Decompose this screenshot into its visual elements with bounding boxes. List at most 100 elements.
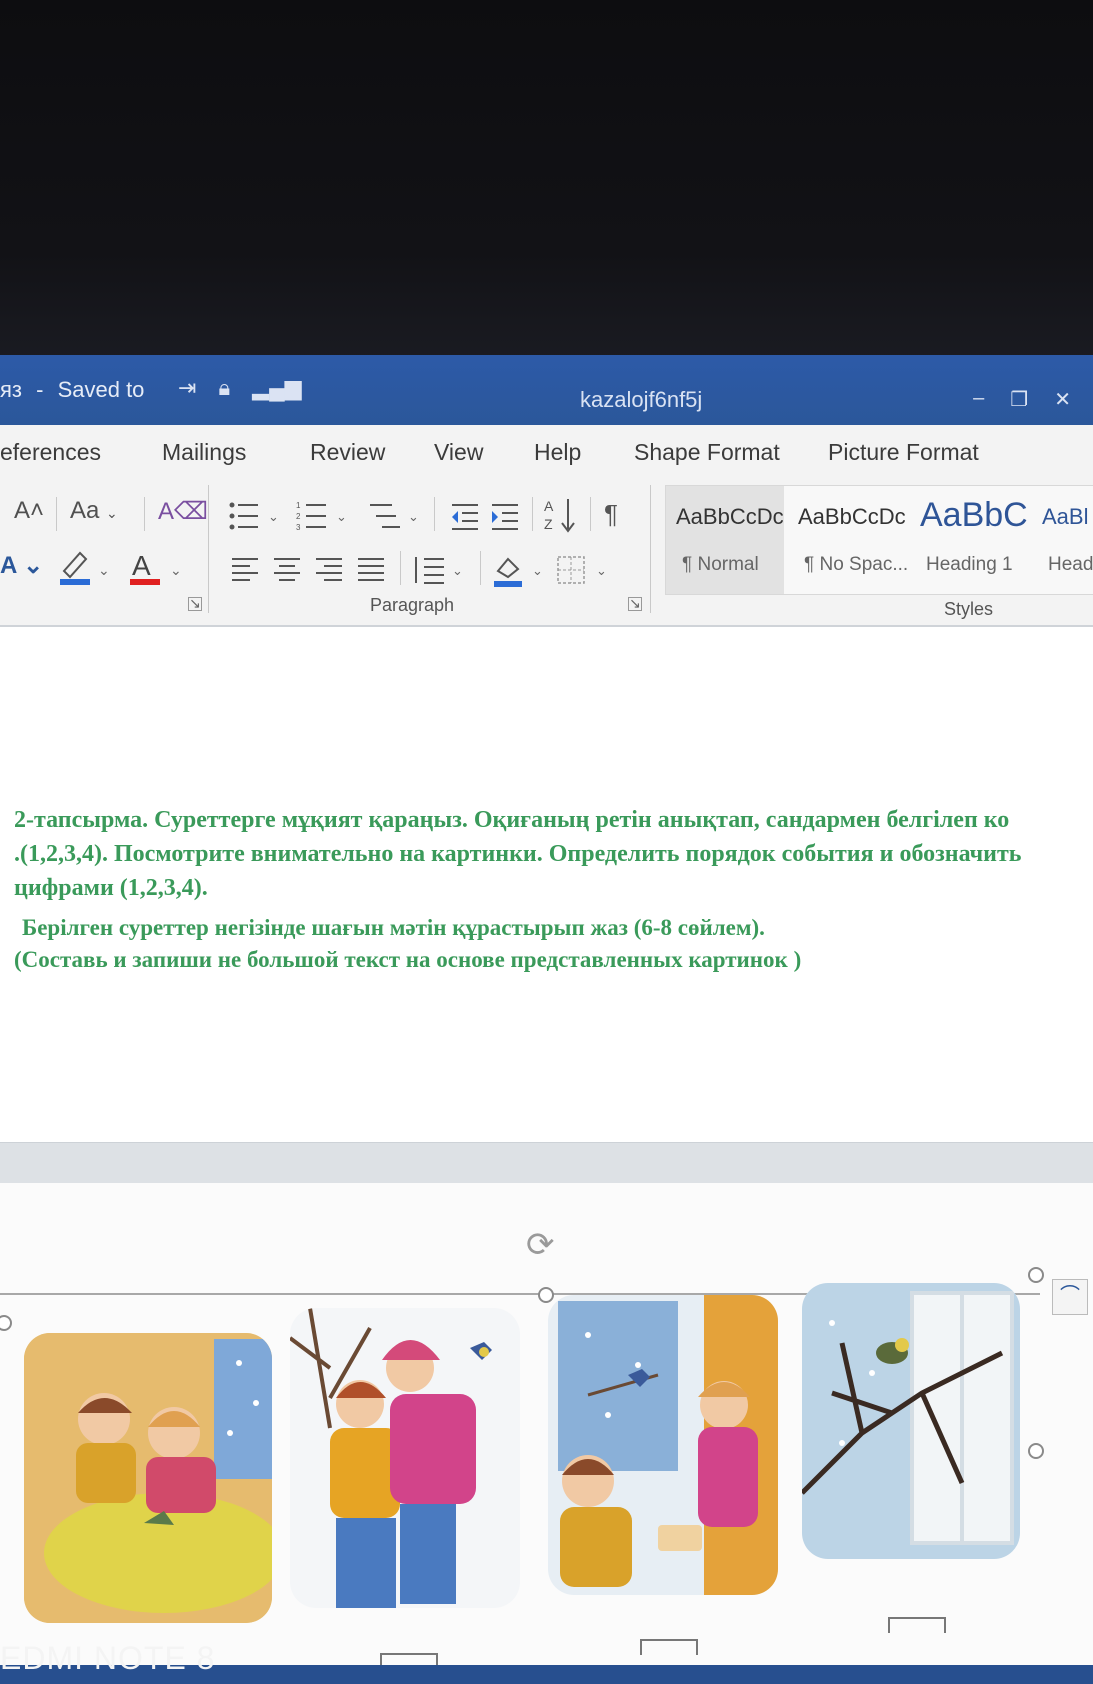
camera-watermark: EDMI NOTE 8	[0, 1640, 216, 1676]
saved-status[interactable]: Saved to	[58, 377, 145, 402]
justify-icon[interactable]	[356, 555, 388, 592]
divider	[400, 551, 401, 585]
task-text-line: (Составь и запиши не большой текст на ос…	[14, 947, 802, 972]
divider	[480, 551, 481, 585]
sort-icon[interactable]: AZ	[544, 495, 580, 542]
document-page[interactable]: 2-тапсырма. Суреттерге мұқият қараңыз. О…	[0, 627, 1093, 1142]
title-dash: -	[36, 377, 44, 402]
paragraph-dialog-launcher-icon[interactable]: ↘	[628, 596, 642, 611]
change-case-button[interactable]: Aa ⌄	[70, 497, 118, 525]
svg-text:⌄: ⌄	[170, 562, 182, 578]
svg-text:⌄: ⌄	[596, 563, 607, 578]
svg-text:⌄: ⌄	[336, 509, 347, 524]
align-left-icon[interactable]	[230, 555, 262, 592]
align-right-icon[interactable]	[314, 555, 346, 592]
resize-handle[interactable]	[0, 1315, 12, 1331]
svg-text:⌄: ⌄	[268, 509, 279, 524]
highlight-color-icon[interactable]: ⌄	[58, 547, 118, 594]
svg-text:⌄: ⌄	[408, 509, 419, 524]
style-name: ¶ No Spac...	[804, 554, 909, 575]
style-name: Headi	[1048, 554, 1093, 575]
tab-review[interactable]: Review	[310, 439, 385, 466]
style-sample: AaBbC	[920, 496, 1028, 534]
svg-text:3: 3	[296, 523, 301, 532]
divider	[56, 497, 57, 531]
styles-group-label: Styles	[944, 599, 994, 619]
paragraph-group-label: Paragraph	[370, 595, 455, 615]
shading-icon[interactable]: ⌄	[492, 551, 552, 596]
style-normal[interactable]: AaBbCcDc ¶ Normal	[666, 486, 784, 594]
bullets-icon[interactable]: ⌄	[228, 499, 284, 540]
group-divider	[208, 485, 209, 613]
page-gap	[0, 1142, 1093, 1184]
picture-children-window[interactable]	[548, 1295, 778, 1595]
svg-text:Z: Z	[544, 516, 553, 532]
font-dialog-launcher-icon[interactable]: ↘	[188, 596, 202, 611]
close-icon[interactable]: ✕	[1054, 387, 1071, 412]
chevron-down-icon: ⌄	[106, 505, 118, 521]
style-no-spacing[interactable]: AaBbCcDc ¶ No Spac...	[788, 486, 909, 594]
document-filename: kazalojf6nf5j	[580, 387, 703, 412]
style-name: Heading 1	[926, 554, 1013, 575]
tab-shape-format[interactable]: Shape Format	[634, 439, 780, 466]
multilevel-list-icon[interactable]: ⌄	[366, 499, 422, 540]
picture-children-table[interactable]	[24, 1333, 272, 1623]
numbering-icon[interactable]: 1 2 3 ⌄	[296, 499, 352, 540]
svg-text:⌄: ⌄	[98, 562, 110, 578]
font-color-icon[interactable]: A ⌄	[130, 547, 190, 594]
styles-gallery: AaBbCcDc ¶ Normal AaBbCcDc ¶ No Spac... …	[665, 485, 1093, 595]
document-page-2[interactable]: ⟳ ⌒	[0, 1183, 1093, 1684]
rotate-handle-icon[interactable]: ⟳	[526, 1225, 555, 1265]
restore-icon[interactable]: ❐	[1010, 387, 1028, 412]
layout-options-icon[interactable]: ⌒	[1052, 1279, 1088, 1315]
style-sample: AaBbCcDc	[676, 504, 784, 529]
svg-text:⌄: ⌄	[452, 563, 463, 578]
tab-view[interactable]: View	[434, 439, 483, 466]
window-controls: – ❐ ✕	[973, 387, 1071, 412]
style-heading-2[interactable]: AaBl Headi	[1032, 486, 1093, 594]
svg-text:A: A	[544, 498, 554, 514]
tab-mailings[interactable]: Mailings	[162, 439, 246, 466]
svg-text:A: A	[132, 550, 151, 581]
divider	[590, 497, 591, 531]
style-name: ¶ Normal	[682, 554, 759, 575]
text-effects-icon[interactable]: A ⌄	[0, 551, 43, 580]
tab-references[interactable]: eferences	[0, 439, 101, 466]
line-spacing-icon[interactable]: ⌄	[412, 553, 468, 594]
svg-text:1: 1	[296, 501, 301, 510]
title-icons: ⇥ 🔒︎ ▂▄▆	[178, 375, 302, 401]
resize-handle[interactable]	[538, 1287, 554, 1303]
photo-dark-background	[0, 0, 1093, 360]
decrease-indent-icon[interactable]	[448, 499, 482, 540]
answer-box[interactable]	[888, 1617, 946, 1633]
title-left: яз - Saved to	[0, 377, 144, 403]
grow-font-button[interactable]: A˄	[14, 497, 44, 525]
svg-text:2: 2	[296, 512, 301, 521]
pin-icon[interactable]: ⇥	[178, 375, 196, 401]
divider	[532, 497, 533, 531]
svg-text:⌄: ⌄	[532, 563, 543, 578]
task-text-line: цифрами (1,2,3,4).	[14, 875, 208, 901]
picture-bird-on-branch[interactable]	[802, 1283, 1020, 1559]
style-heading-1[interactable]: AaBbC Heading 1	[910, 486, 1028, 594]
resize-handle[interactable]	[1028, 1443, 1044, 1459]
minimize-icon[interactable]: –	[973, 387, 984, 412]
clear-formatting-icon[interactable]: A⌫	[158, 497, 208, 526]
show-paragraph-marks-icon[interactable]: ¶	[604, 499, 618, 530]
borders-icon[interactable]: ⌄	[556, 553, 612, 594]
lock-icon[interactable]: 🔒︎	[218, 375, 230, 401]
doc-prefix: яз	[0, 377, 22, 402]
ribbon-tabs: eferences Mailings Review View Help Shap…	[0, 425, 1093, 478]
tab-picture-format[interactable]: Picture Format	[828, 439, 979, 466]
style-sample: AaBbCcDc	[798, 504, 906, 529]
tab-help[interactable]: Help	[534, 439, 581, 466]
answer-box[interactable]	[640, 1639, 698, 1655]
align-center-icon[interactable]	[272, 555, 304, 592]
change-case-label: Aa	[70, 497, 100, 524]
divider	[144, 497, 145, 531]
ribbon: A˄ Aa ⌄ A⌫ A ⌄ ⌄ A ⌄ ↘ ⌄ 1 2 3 ⌄ ⌄ A Z ¶…	[0, 477, 1093, 627]
increase-indent-icon[interactable]	[488, 499, 522, 540]
resize-handle[interactable]	[1028, 1267, 1044, 1283]
picture-children-bird-tree[interactable]	[290, 1308, 520, 1608]
word-window: яз - Saved to ⇥ 🔒︎ ▂▄▆ kazalojf6nf5j – ❐…	[0, 355, 1093, 1684]
